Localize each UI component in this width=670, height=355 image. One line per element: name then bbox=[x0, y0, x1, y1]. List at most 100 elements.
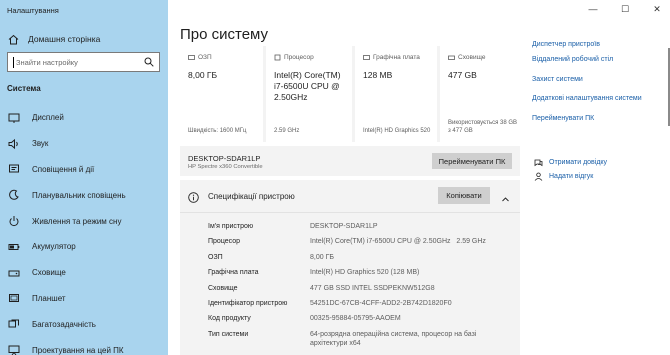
ram-icon bbox=[188, 54, 195, 61]
rename-pc-button[interactable]: Перейменувати ПК bbox=[432, 153, 512, 169]
feedback-link[interactable]: Надати відгук bbox=[534, 170, 607, 182]
device-manager-link[interactable]: Диспетчер пристроїв bbox=[532, 40, 664, 50]
related-settings: Диспетчер пристроїв Віддалений робочий с… bbox=[532, 40, 664, 128]
card-label: Графічна плата bbox=[363, 54, 420, 61]
sidebar-item-label: Акумулятор bbox=[32, 242, 76, 252]
gpu-icon bbox=[363, 54, 370, 61]
home-link[interactable]: Домашня сторінка bbox=[7, 33, 100, 45]
window-controls: — ☐ ✕ bbox=[588, 4, 662, 15]
spec-value: 8,00 ГБ bbox=[310, 253, 334, 261]
sidebar-item-display[interactable]: Дисплей bbox=[0, 105, 168, 131]
spec-key: Ім'я пристрою bbox=[208, 223, 254, 230]
spec-row: Тип системи 64-розрядна операційна систе… bbox=[208, 330, 496, 348]
card-sub: Intel(R) HD Graphics 520 bbox=[363, 128, 431, 134]
sidebar-item-label: Сповіщення й дії bbox=[32, 164, 95, 174]
card-label: Процесор bbox=[274, 54, 314, 61]
rename-pc-link[interactable]: Перейменувати ПК bbox=[532, 109, 664, 129]
device-model: HP Spectre x360 Convertible bbox=[188, 164, 263, 170]
sidebar-item-power[interactable]: Живлення та режим сну bbox=[0, 208, 168, 234]
sidebar-item-label: Планшет bbox=[32, 293, 66, 303]
sidebar-item-battery[interactable]: Акумулятор bbox=[0, 234, 168, 260]
sidebar-item-tablet[interactable]: Планшет bbox=[0, 286, 168, 312]
card-sub: Використовується 38 GB з 477 GB bbox=[448, 120, 518, 134]
device-specs-header[interactable]: Специфікації пристрою Копіювати bbox=[180, 180, 520, 212]
card-value: 477 GB bbox=[448, 70, 477, 80]
copy-button[interactable]: Копіювати bbox=[438, 187, 490, 204]
spec-row: Код продукту 00325-95884-05795-AAOEM bbox=[208, 314, 496, 323]
divider bbox=[180, 212, 520, 213]
chevron-up-icon[interactable] bbox=[501, 191, 510, 202]
info-icon bbox=[188, 190, 199, 203]
spec-key: Тип системи bbox=[208, 330, 249, 338]
card-label-text: Процесор bbox=[284, 54, 314, 61]
card-gpu: Графічна плата 128 MB Intel(R) HD Graphi… bbox=[355, 46, 437, 142]
maximize-button[interactable]: ☐ bbox=[620, 4, 630, 15]
close-button[interactable]: ✕ bbox=[652, 4, 662, 15]
minimize-button[interactable]: — bbox=[588, 4, 598, 15]
sidebar-item-label: Проектування на цей ПК bbox=[32, 345, 124, 355]
card-cpu: Процесор Intel(R) Core(TM) i7-6500U CPU … bbox=[266, 46, 352, 142]
sidebar-item-label: Багатозадачність bbox=[32, 319, 96, 329]
card-storage: Сховище 477 GB Використовується 38 GB з … bbox=[440, 46, 520, 142]
spec-row: ОЗП 8,00 ГБ bbox=[208, 253, 496, 262]
spec-key: ОЗП bbox=[208, 253, 223, 261]
spec-cards: ОЗП 8,00 ГБ Швидкість: 1600 МГц Процесор… bbox=[180, 46, 520, 142]
spec-key: Ідентифікатор пристрою bbox=[208, 299, 288, 307]
focus-assist-icon bbox=[8, 189, 20, 201]
search-input[interactable]: Знайти настройку bbox=[7, 52, 160, 72]
feedback-icon bbox=[534, 172, 543, 181]
sidebar: Налаштування Домашня сторінка Знайти нас… bbox=[0, 0, 168, 355]
sound-icon bbox=[8, 138, 20, 150]
card-value: Intel(R) Core(TM) i7-6500U CPU @ 2.50GHz bbox=[274, 70, 341, 102]
search-icon[interactable] bbox=[144, 57, 154, 67]
spec-rows: Ім'я пристрою DESKTOP-SDAR1LP Процесор I… bbox=[208, 222, 496, 354]
device-rename-row: DESKTOP-SDAR1LP HP Spectre x360 Converti… bbox=[180, 146, 520, 176]
section-title: Система bbox=[7, 84, 41, 93]
sidebar-item-projecting[interactable]: Проектування на цей ПК bbox=[0, 337, 168, 355]
sidebar-item-multitasking[interactable]: Багатозадачність bbox=[0, 311, 168, 337]
notifications-icon bbox=[8, 163, 20, 175]
spec-value: DESKTOP-SDAR1LP bbox=[310, 223, 378, 230]
text-caret bbox=[13, 56, 14, 68]
spec-key: Сховище bbox=[208, 284, 238, 292]
spec-value: 64-розрядна операційна система, процесор… bbox=[310, 330, 477, 347]
card-label-text: Графічна плата bbox=[373, 54, 420, 61]
sidebar-item-label: Планувальник сповіщень bbox=[32, 190, 126, 200]
help-section: Отримати довідку Надати відгук bbox=[534, 156, 607, 184]
sidebar-item-label: Звук bbox=[32, 139, 49, 149]
spec-key: Код продукту bbox=[208, 315, 251, 323]
card-sub: 2.59 GHz bbox=[274, 128, 300, 134]
sidebar-item-sound[interactable]: Звук bbox=[0, 131, 168, 157]
sidebar-item-storage[interactable]: Сховище bbox=[0, 260, 168, 286]
power-icon bbox=[8, 215, 20, 227]
card-sub: Швидкість: 1600 МГц bbox=[188, 128, 247, 134]
sidebar-item-focus-assist[interactable]: Планувальник сповіщень bbox=[0, 182, 168, 208]
spec-row: Процесор Intel(R) Core(TM) i7-6500U CPU … bbox=[208, 237, 496, 246]
system-protection-link[interactable]: Захист системи bbox=[532, 70, 664, 90]
app-title: Налаштування bbox=[7, 6, 59, 15]
advanced-system-settings-link[interactable]: Додаткові налаштування системи bbox=[532, 89, 664, 109]
cpu-icon bbox=[274, 54, 281, 61]
home-icon bbox=[7, 33, 19, 45]
spec-key: Графічна плата bbox=[208, 269, 259, 277]
sidebar-item-notifications[interactable]: Сповіщення й дії bbox=[0, 157, 168, 183]
spec-value: Intel(R) HD Graphics 520 (128 MB) bbox=[310, 269, 420, 277]
card-label-text: Сховище bbox=[458, 54, 486, 61]
help-icon bbox=[534, 158, 543, 167]
nav-list: Дисплей Звук Сповіщення й дії Планувальн… bbox=[0, 105, 168, 355]
main-content: — ☐ ✕ Про систему ОЗП 8,00 ГБ Швидкість:… bbox=[168, 0, 670, 355]
sidebar-item-label: Сховище bbox=[32, 268, 66, 278]
search-placeholder: Знайти настройку bbox=[16, 57, 78, 67]
get-help-link[interactable]: Отримати довідку bbox=[534, 156, 607, 168]
projecting-icon bbox=[8, 344, 20, 355]
card-label: ОЗП bbox=[188, 54, 212, 61]
remote-desktop-link[interactable]: Віддалений робочий стіл bbox=[532, 50, 664, 70]
feedback-label: Надати відгук bbox=[549, 172, 594, 180]
battery-icon bbox=[8, 241, 20, 253]
storage-icon bbox=[8, 267, 20, 279]
card-ram: ОЗП 8,00 ГБ Швидкість: 1600 МГц bbox=[180, 46, 263, 142]
spec-row: Ідентифікатор пристрою 54251DC-67CB-4CFF… bbox=[208, 299, 496, 308]
spec-value: Intel(R) Core(TM) i7-6500U CPU @ 2.50GHz… bbox=[310, 238, 486, 246]
drive-icon bbox=[448, 54, 455, 61]
device-name: DESKTOP-SDAR1LP bbox=[188, 154, 261, 163]
